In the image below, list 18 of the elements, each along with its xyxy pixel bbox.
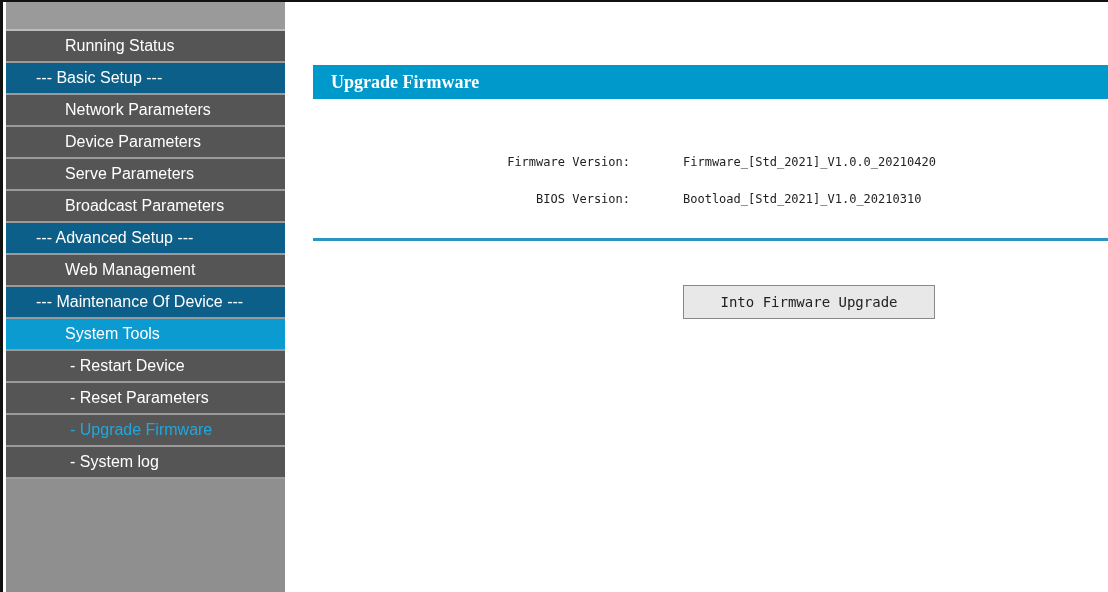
upgrade-button[interactable]: Into Firmware Upgrade [683, 285, 935, 319]
sidebar-item[interactable]: - Restart Device [6, 351, 285, 383]
sidebar-item[interactable]: - System log [6, 447, 285, 479]
sidebar-item[interactable]: Device Parameters [6, 127, 285, 159]
sidebar-section-header: --- Maintenance Of Device --- [6, 287, 285, 319]
sidebar-item[interactable]: Running Status [6, 31, 285, 63]
sidebar-item[interactable]: Web Management [6, 255, 285, 287]
field-label: Firmware Version: [506, 155, 630, 169]
sidebar-item[interactable]: Broadcast Parameters [6, 191, 285, 223]
field-label: BIOS Version: [535, 192, 630, 206]
field-value: Firmware_[Std_2021]_V1.0.0_20210420 [683, 155, 937, 169]
sidebar-section-header: --- Basic Setup --- [6, 63, 285, 95]
sidebar-item[interactable]: Serve Parameters [6, 159, 285, 191]
sidebar-item[interactable]: Network Parameters [6, 95, 285, 127]
section-title-bar: Upgrade Firmware [313, 65, 1108, 99]
field-value: Bootload_[Std_2021]_V1.0_20210310 [683, 192, 923, 206]
sidebar-item[interactable]: - Reset Parameters [6, 383, 285, 415]
sidebar-section-header: --- Advanced Setup --- [6, 223, 285, 255]
